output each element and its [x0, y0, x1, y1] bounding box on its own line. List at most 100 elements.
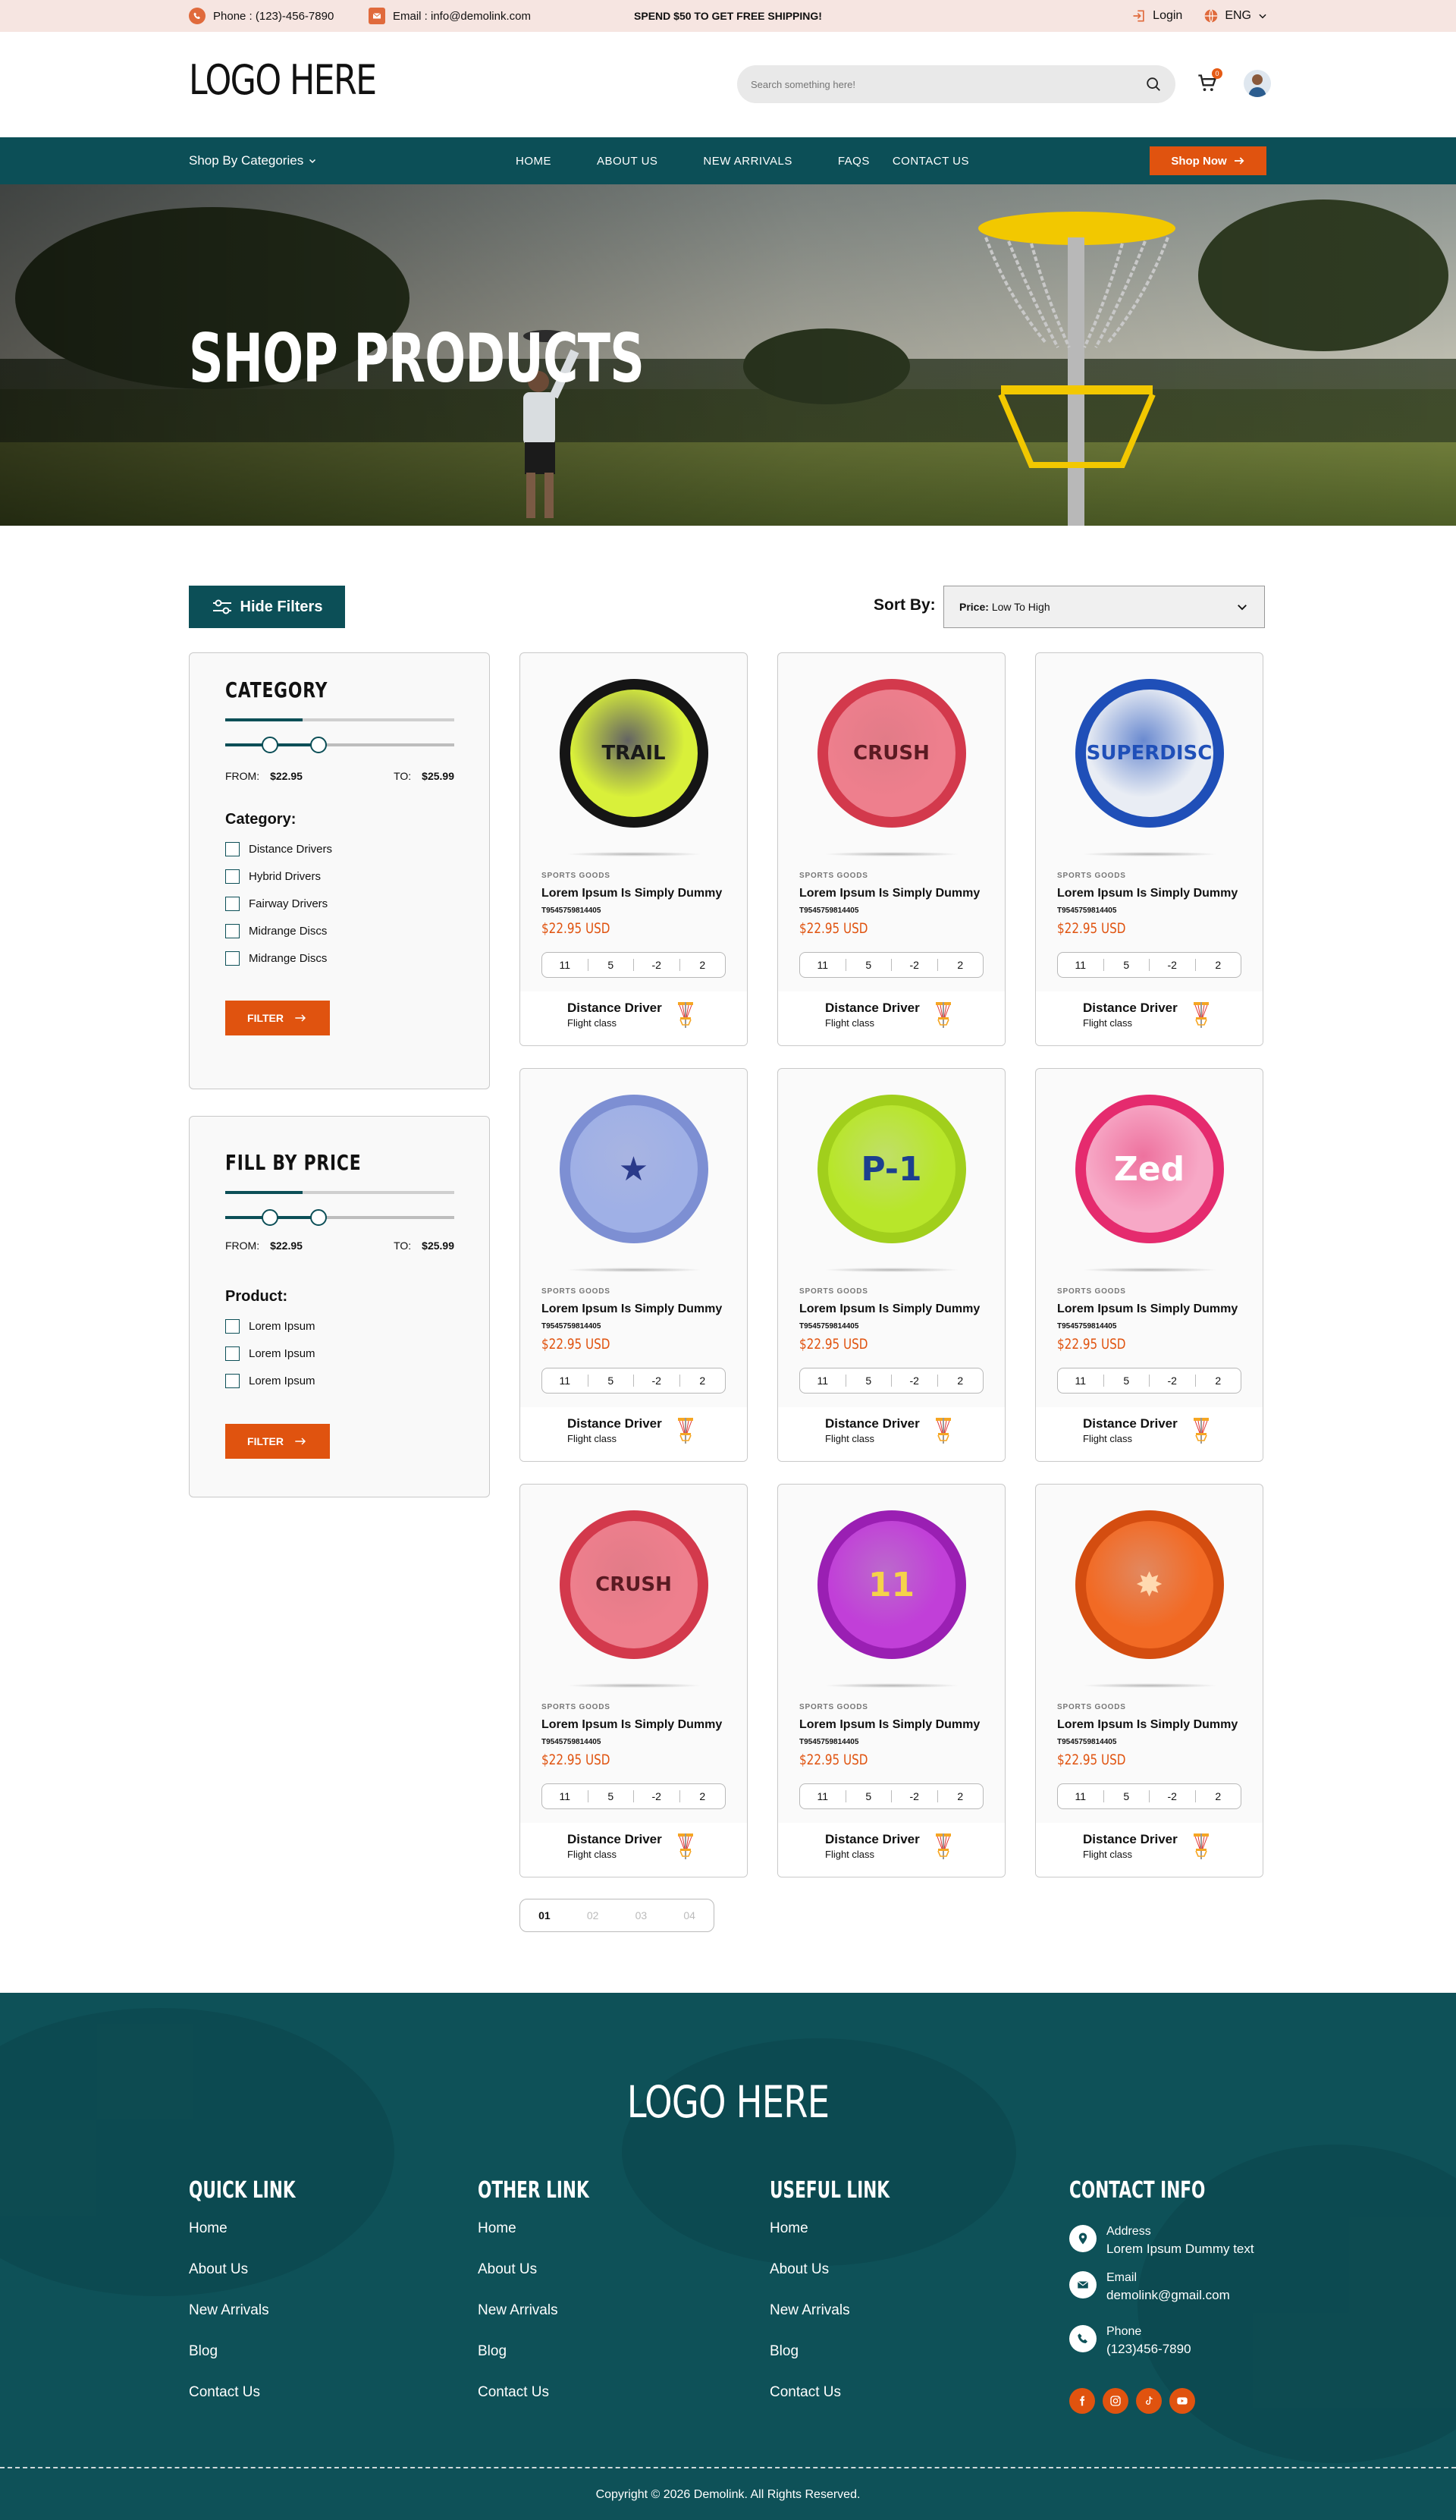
hide-filters-button[interactable]: Hide Filters	[189, 586, 345, 628]
product-card[interactable]: P-1 SPORTS GOODS Lorem Ipsum Is Simply Dum…	[777, 1068, 1006, 1462]
product-title[interactable]: Lorem Ipsum Is Simply Dummy	[541, 1718, 722, 1732]
product-card[interactable]: CRUSH SPORTS GOODS Lorem Ipsum Is Simply D…	[519, 1484, 748, 1877]
checkbox[interactable]	[225, 1373, 240, 1388]
checkbox[interactable]	[225, 896, 240, 911]
slider-max-handle[interactable]	[310, 1209, 327, 1226]
product-card[interactable]: SUPERDISC SPORTS GOODS Lorem Ipsum Is Simp…	[1035, 652, 1263, 1046]
product-disc-image[interactable]: TRAIL	[559, 679, 708, 828]
footer-link[interactable]: Blog	[189, 2343, 337, 2384]
footer-link[interactable]: Blog	[770, 2343, 937, 2384]
product-card[interactable]: TRAIL SPORTS GOODS Lorem Ipsum Is Simply D…	[519, 652, 748, 1046]
checkbox-option[interactable]: Midrange Discs	[225, 944, 332, 972]
page-3[interactable]: 03	[635, 1909, 648, 1921]
slider-max-handle[interactable]	[310, 737, 327, 753]
phone-value[interactable]: (123)456-7890	[1106, 2342, 1191, 2357]
footer-link[interactable]: New Arrivals	[770, 2302, 937, 2343]
address-value: Lorem Ipsum Dummy text	[1106, 2242, 1254, 2256]
product-title[interactable]: Lorem Ipsum Is Simply Dummy	[1057, 1718, 1238, 1732]
tiktok-icon[interactable]	[1136, 2388, 1162, 2414]
checkbox[interactable]	[225, 1318, 240, 1334]
product-disc-image[interactable]: SUPERDISC	[1075, 679, 1224, 828]
cart-button[interactable]: 0	[1197, 68, 1222, 94]
sort-select[interactable]: Price: Low To High	[943, 586, 1265, 628]
product-disc-image[interactable]: CRUSH	[559, 1510, 708, 1659]
product-title[interactable]: Lorem Ipsum Is Simply Dummy	[799, 1302, 980, 1316]
instagram-icon[interactable]	[1103, 2388, 1128, 2414]
price-range-slider[interactable]	[225, 1209, 454, 1226]
checkbox-option[interactable]: Midrange Discs	[225, 917, 332, 944]
product-disc-image[interactable]: ✸	[1075, 1510, 1224, 1659]
product-disc-image[interactable]: P-1	[817, 1095, 966, 1243]
footer-link[interactable]: About Us	[770, 2261, 937, 2302]
search-input[interactable]	[751, 78, 1145, 90]
product-title[interactable]: Lorem Ipsum Is Simply Dummy	[1057, 887, 1238, 900]
nav-new-arrivals[interactable]: NEW ARRIVALS	[703, 155, 792, 168]
search-bar[interactable]	[737, 65, 1175, 103]
price-range-slider[interactable]	[225, 737, 454, 753]
checkbox-option[interactable]: Hybrid Drivers	[225, 863, 332, 890]
footer-link[interactable]: Contact Us	[478, 2384, 632, 2425]
checkbox-option[interactable]: Lorem Ipsum	[225, 1340, 315, 1367]
checkbox[interactable]	[225, 869, 240, 884]
checkbox-option[interactable]: Fairway Drivers	[225, 890, 332, 917]
product-disc-image[interactable]: 11	[817, 1510, 966, 1659]
product-disc-image[interactable]: CRUSH	[817, 679, 966, 828]
product-title[interactable]: Lorem Ipsum Is Simply Dummy	[541, 1302, 722, 1316]
checkbox[interactable]	[225, 950, 240, 966]
facebook-icon[interactable]	[1069, 2388, 1095, 2414]
checkbox[interactable]	[225, 1346, 240, 1361]
language-select[interactable]: ENG	[1203, 8, 1268, 24]
disc-basket-icon	[1194, 1418, 1209, 1444]
footer-logo[interactable]: LOGO HERE	[146, 2076, 1310, 2128]
product-title[interactable]: Lorem Ipsum Is Simply Dummy	[799, 1718, 980, 1732]
nav-about-us[interactable]: ABOUT US	[597, 155, 657, 168]
product-card[interactable]: ✸ SPORTS GOODS Lorem Ipsum Is Simply Dummy…	[1035, 1484, 1263, 1877]
nav-faqs[interactable]: FAQS	[838, 155, 870, 168]
hero-banner: SHOP PRODUCTS	[0, 184, 1456, 526]
footer-link[interactable]: About Us	[189, 2261, 337, 2302]
footer-link[interactable]: Contact Us	[189, 2384, 337, 2425]
product-title[interactable]: Lorem Ipsum Is Simply Dummy	[541, 887, 722, 900]
product-card[interactable]: CRUSH SPORTS GOODS Lorem Ipsum Is Simply D…	[777, 652, 1006, 1046]
slider-min-handle[interactable]	[262, 1209, 278, 1226]
checkbox[interactable]	[225, 923, 240, 938]
footer-link[interactable]: Home	[770, 2220, 937, 2261]
page-2[interactable]: 02	[587, 1909, 599, 1921]
footer-link[interactable]: Home	[478, 2220, 632, 2261]
footer-link[interactable]: Blog	[478, 2343, 632, 2384]
checkbox-option[interactable]: Lorem Ipsum	[225, 1367, 315, 1394]
footer-link[interactable]: New Arrivals	[189, 2302, 337, 2343]
email-value[interactable]: demolink@gmail.com	[1106, 2288, 1230, 2303]
category-filter-panel: CATEGORY FROM: $22.95 TO: $25.99 Category:…	[189, 652, 490, 1089]
shop-by-categories-menu[interactable]: Shop By Categories	[189, 137, 317, 184]
product-disc-image[interactable]: Zed	[1075, 1095, 1224, 1243]
site-logo[interactable]: LOGO HERE	[189, 56, 377, 104]
footer-link[interactable]: Home	[189, 2220, 337, 2261]
checkbox-option[interactable]: Lorem Ipsum	[225, 1312, 315, 1340]
slider-min-handle[interactable]	[262, 737, 278, 753]
avatar[interactable]	[1244, 70, 1271, 97]
checkbox[interactable]	[225, 841, 240, 856]
product-disc-image[interactable]: ★	[559, 1095, 708, 1243]
page-4[interactable]: 04	[683, 1909, 695, 1921]
footer-link[interactable]: About Us	[478, 2261, 632, 2302]
nav-home[interactable]: HOME	[516, 155, 551, 168]
product-card[interactable]: 11 SPORTS GOODS Lorem Ipsum Is Simply Dumm…	[777, 1484, 1006, 1877]
page-1[interactable]: 01	[538, 1909, 551, 1921]
checkbox-option[interactable]: Distance Drivers	[225, 835, 332, 863]
shop-now-button[interactable]: Shop Now	[1150, 146, 1266, 175]
product-card[interactable]: Zed SPORTS GOODS Lorem Ipsum Is Simply Dum…	[1035, 1068, 1263, 1462]
flight-class-label: Flight class	[825, 1017, 875, 1029]
footer-link[interactable]: New Arrivals	[478, 2302, 632, 2343]
footer-link[interactable]: Contact Us	[770, 2384, 937, 2425]
product-title[interactable]: Lorem Ipsum Is Simply Dummy	[799, 887, 980, 900]
product-title[interactable]: Lorem Ipsum Is Simply Dummy	[1057, 1302, 1238, 1316]
product-card[interactable]: ★ SPORTS GOODS Lorem Ipsum Is Simply Dummy…	[519, 1068, 748, 1462]
login-link[interactable]: Login	[1131, 8, 1182, 24]
youtube-icon[interactable]	[1169, 2388, 1195, 2414]
search-icon[interactable]	[1145, 76, 1162, 93]
nav-contact-us[interactable]: CONTACT US	[893, 155, 969, 168]
category-filter-button[interactable]: FILTER	[225, 1001, 330, 1035]
price-filter-button[interactable]: FILTER	[225, 1424, 330, 1459]
product-price: $22.95 USD	[541, 1336, 610, 1353]
